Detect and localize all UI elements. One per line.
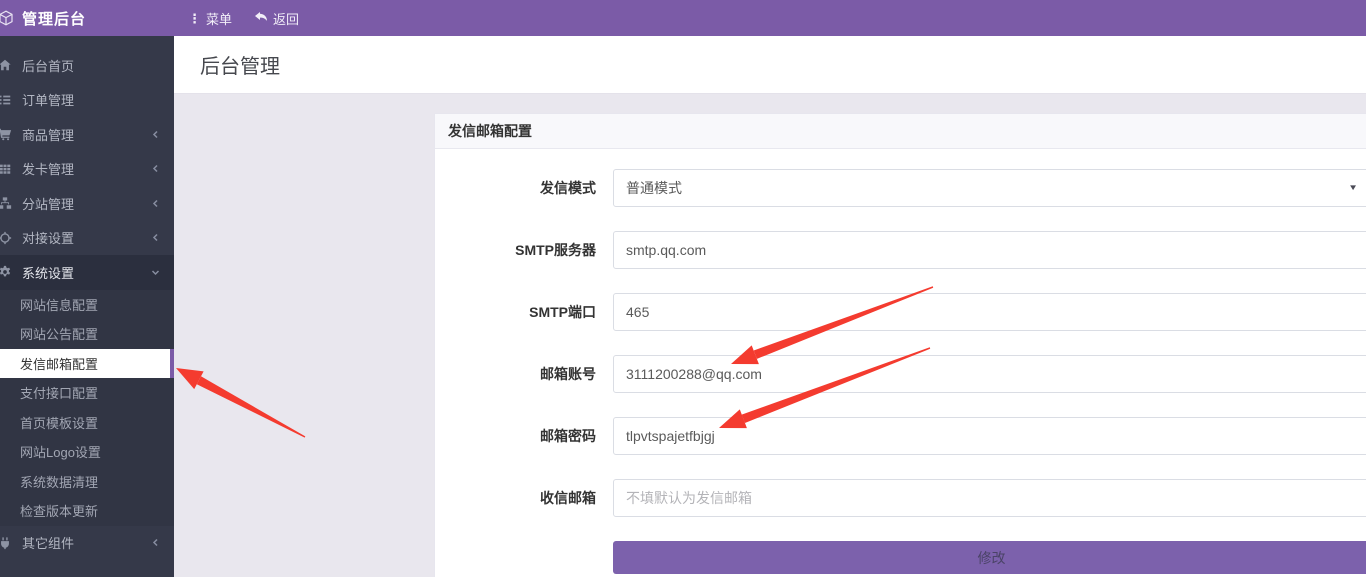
- chevron-left-icon: [151, 199, 160, 208]
- cart-icon: [0, 127, 14, 141]
- sidebar-subitem-payment[interactable]: 支付接口配置: [0, 378, 174, 408]
- form-row-smtp-server: SMTP服务器: [435, 231, 1366, 269]
- vertical-dots-icon: ⋮: [188, 12, 201, 25]
- sidebar-subitem-template[interactable]: 首页模板设置: [0, 408, 174, 438]
- link-icon: [0, 231, 14, 245]
- mail-account-label: 邮箱账号: [435, 364, 613, 384]
- send-mode-select[interactable]: 普通模式: [613, 169, 1366, 207]
- page-title: 后台管理: [200, 50, 280, 79]
- sidebar-subitem-check-update[interactable]: 检查版本更新: [0, 496, 174, 526]
- send-mode-label: 发信模式: [435, 178, 613, 198]
- menu-button[interactable]: ⋮ 菜单: [188, 9, 232, 28]
- mail-config-panel: 发信邮箱配置 发信模式 普通模式 ▼ SMTP服务器: [434, 113, 1366, 577]
- form-row-mail-account: 邮箱账号: [435, 355, 1366, 393]
- sidebar-item-system-settings[interactable]: 系统设置: [0, 255, 174, 290]
- sidebar: 后台首页 订单管理 商品管理 发卡管理 分站管理: [0, 36, 174, 577]
- system-settings-submenu: 网站信息配置 网站公告配置 发信邮箱配置 支付接口配置 首页模板设置 网站Log…: [0, 290, 174, 526]
- form-row-smtp-port: SMTP端口: [435, 293, 1366, 331]
- back-button[interactable]: 返回: [254, 9, 299, 28]
- sidebar-subitem-announcement[interactable]: 网站公告配置: [0, 319, 174, 349]
- sidebar-subitem-site-info[interactable]: 网站信息配置: [0, 290, 174, 320]
- list-icon: [0, 93, 14, 107]
- receive-mail-label: 收信邮箱: [435, 488, 613, 508]
- mail-account-input[interactable]: [613, 355, 1366, 393]
- gear-icon: [0, 265, 14, 279]
- sidebar-item-substations[interactable]: 分站管理: [0, 186, 174, 221]
- app-brand[interactable]: 管理后台: [0, 8, 174, 29]
- topbar-nav: ⋮ 菜单 返回: [174, 9, 299, 28]
- app-title: 管理后台: [22, 8, 86, 29]
- sidebar-item-dashboard[interactable]: 后台首页: [0, 48, 174, 83]
- content-area: 发信邮箱配置 发信模式 普通模式 ▼ SMTP服务器: [174, 94, 1366, 577]
- sidebar-item-cards[interactable]: 发卡管理: [0, 152, 174, 187]
- sidebar-subitem-mail-config[interactable]: 发信邮箱配置: [0, 349, 174, 379]
- back-arrow-icon: [254, 11, 268, 26]
- chevron-left-icon: [151, 130, 160, 139]
- form-row-mail-password: 邮箱密码: [435, 417, 1366, 455]
- sidebar-item-products[interactable]: 商品管理: [0, 117, 174, 152]
- sidebar-subitem-logo[interactable]: 网站Logo设置: [0, 437, 174, 467]
- mail-password-label: 邮箱密码: [435, 426, 613, 446]
- chevron-down-icon: [151, 268, 160, 277]
- grid-icon: [0, 162, 14, 176]
- smtp-port-label: SMTP端口: [435, 302, 613, 322]
- home-icon: [0, 58, 14, 72]
- panel-header: 发信邮箱配置: [435, 114, 1366, 149]
- sidebar-item-other-components[interactable]: 其它组件: [0, 526, 174, 561]
- smtp-server-label: SMTP服务器: [435, 240, 613, 260]
- mail-password-input[interactable]: [613, 417, 1366, 455]
- chevron-left-icon: [151, 538, 160, 547]
- sitemap-icon: [0, 196, 14, 210]
- panel-body: 发信模式 普通模式 ▼ SMTP服务器 SMTP端口: [435, 149, 1366, 574]
- receive-mail-input[interactable]: [613, 479, 1366, 517]
- form-row-send-mode: 发信模式 普通模式 ▼: [435, 169, 1366, 207]
- chevron-left-icon: [151, 164, 160, 173]
- cube-logo-icon: [0, 10, 14, 26]
- submit-row: 修改: [613, 541, 1366, 574]
- chevron-left-icon: [151, 233, 160, 242]
- topbar: 管理后台 ⋮ 菜单 返回: [0, 0, 1366, 36]
- plug-icon: [0, 536, 14, 550]
- form-row-receive-mail: 收信邮箱: [435, 479, 1366, 517]
- sidebar-subitem-data-clean[interactable]: 系统数据清理: [0, 467, 174, 497]
- sidebar-item-integration[interactable]: 对接设置: [0, 221, 174, 256]
- main-area: 后台管理 发信邮箱配置 发信模式 普通模式 ▼ SMTP服务器: [174, 36, 1366, 577]
- smtp-server-input[interactable]: [613, 231, 1366, 269]
- sidebar-item-orders[interactable]: 订单管理: [0, 83, 174, 118]
- smtp-port-input[interactable]: [613, 293, 1366, 331]
- page-header: 后台管理: [174, 36, 1366, 94]
- panel-title: 发信邮箱配置: [448, 121, 532, 141]
- modify-button[interactable]: 修改: [613, 541, 1366, 574]
